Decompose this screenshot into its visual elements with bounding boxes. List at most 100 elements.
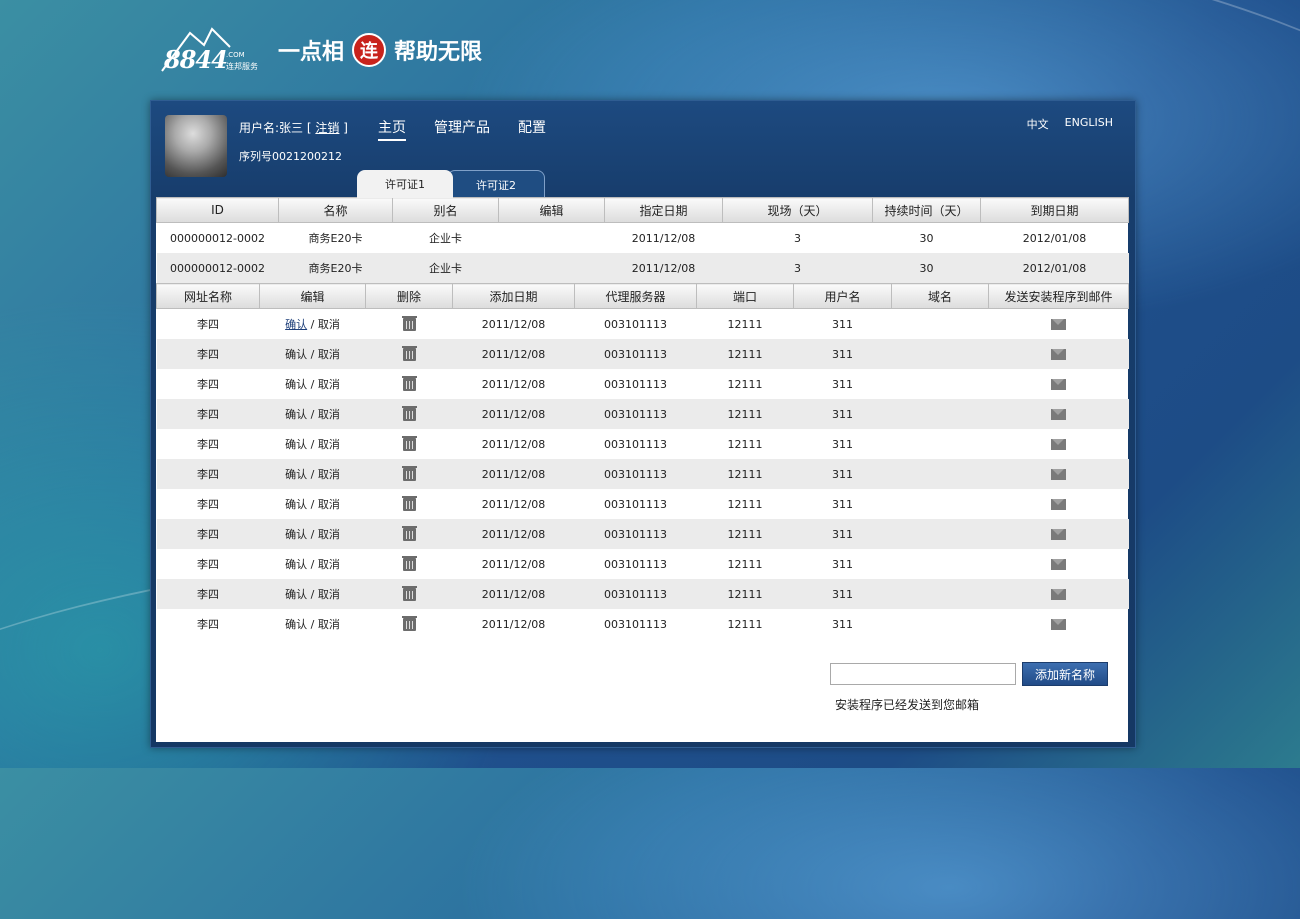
table-row: 李四 确认 / 取消 2011/12/08 003101113 12111 311 <box>157 369 1129 399</box>
cell-site-name: 李四 <box>156 339 260 369</box>
confirm-link[interactable]: 确认 <box>285 528 307 541</box>
confirm-link[interactable]: 确认 <box>285 618 307 631</box>
cancel-link[interactable]: 取消 <box>318 558 340 571</box>
lang-english[interactable]: ENGLISH <box>1065 116 1113 132</box>
logo-slogan-1: 一点相 <box>278 40 345 65</box>
cell-add-date: 2011/12/08 <box>481 437 546 451</box>
mail-icon[interactable] <box>1051 589 1066 600</box>
cancel-link[interactable]: 取消 <box>318 318 340 331</box>
col-add-date: 添加日期 <box>452 283 575 309</box>
mail-icon[interactable] <box>1051 529 1066 540</box>
trash-icon[interactable] <box>401 465 417 481</box>
nav-config[interactable]: 配置 <box>518 117 546 141</box>
confirm-link[interactable]: 确认 <box>285 348 307 361</box>
status-message: 安装程序已经发送到您邮箱 <box>835 698 980 712</box>
cell-add-date: 2011/12/08 <box>452 459 575 489</box>
confirm-link[interactable]: 确认 <box>285 318 307 331</box>
cell-edit-actions: 确认 / 取消 <box>260 609 366 639</box>
cancel-link[interactable]: 取消 <box>318 468 340 481</box>
action-separator: / <box>307 528 318 541</box>
mail-icon[interactable] <box>1051 349 1066 360</box>
confirm-link[interactable]: 确认 <box>285 588 307 601</box>
cell-port: 12111 <box>696 339 794 369</box>
logout-link[interactable]: 注销 <box>315 121 339 135</box>
cell-site-name: 李四 <box>197 438 219 451</box>
trash-icon[interactable] <box>401 615 417 631</box>
cell-send-mail <box>988 579 1129 609</box>
trash-icon[interactable] <box>401 375 417 391</box>
cell-delete <box>366 309 453 340</box>
logo-digits: 8844 <box>164 45 228 74</box>
cell-username: 311 <box>793 339 892 369</box>
table-row: 李四 确认 / 取消 2011/12/08 003101113 12111 311 <box>156 519 1129 549</box>
cancel-link[interactable]: 取消 <box>318 498 340 511</box>
trash-icon[interactable] <box>401 315 417 331</box>
cancel-link[interactable]: 取消 <box>318 408 340 421</box>
confirm-link[interactable]: 确认 <box>285 468 307 481</box>
mail-icon[interactable] <box>1051 409 1066 420</box>
trash-icon[interactable] <box>401 435 417 451</box>
site-header-row: 网址名称 编辑 删除 添加日期 代理服务器 端口 用户名 域名 发送安装程序到邮… <box>156 283 1129 309</box>
tab-license-2[interactable]: 许可证2 <box>447 170 545 199</box>
cell-username: 311 <box>793 579 892 609</box>
trash-icon[interactable] <box>401 345 417 361</box>
cell-edit-actions: 确认 / 取消 <box>259 399 366 429</box>
lang-chinese[interactable]: 中文 <box>1027 116 1049 132</box>
cancel-link[interactable]: 取消 <box>318 348 340 361</box>
cell-username: 311 <box>832 317 853 331</box>
confirm-link[interactable]: 确认 <box>285 408 307 421</box>
cancel-link[interactable]: 取消 <box>318 588 340 601</box>
cancel-link[interactable]: 取消 <box>318 528 340 541</box>
cell-domain <box>891 579 989 609</box>
action-separator: / <box>307 438 318 451</box>
add-name-button[interactable]: 添加新名称 <box>1022 662 1108 686</box>
col-assigned-date: 指定日期 <box>604 197 723 223</box>
cell-add-date: 2011/12/08 <box>481 377 546 391</box>
cell-port: 12111 <box>696 459 794 489</box>
cancel-link[interactable]: 取消 <box>318 378 340 391</box>
cell-assigned-date: 2011/12/08 <box>631 231 696 245</box>
mail-icon[interactable] <box>1051 439 1066 450</box>
confirm-link[interactable]: 确认 <box>285 498 307 511</box>
cell-username: 311 <box>832 437 853 451</box>
confirm-link[interactable]: 确认 <box>285 378 307 391</box>
logo-subtitle: 连邦服务 <box>226 62 258 71</box>
col-username: 用户名 <box>793 283 892 309</box>
cell-domain <box>891 459 989 489</box>
cell-proxy: 003101113 <box>604 377 667 391</box>
cell-name: 商务E20卡 <box>278 253 393 283</box>
tab-license-1[interactable]: 许可证1 <box>357 170 453 198</box>
cell-domain <box>891 339 989 369</box>
confirm-link[interactable]: 确认 <box>285 558 307 571</box>
cell-send-mail <box>988 399 1129 429</box>
trash-icon[interactable] <box>401 405 417 421</box>
trash-icon[interactable] <box>401 525 417 541</box>
cancel-link[interactable]: 取消 <box>318 438 340 451</box>
cell-delete <box>366 429 453 459</box>
nav-home[interactable]: 主页 <box>378 117 406 141</box>
nav-manage-products[interactable]: 管理产品 <box>434 117 490 141</box>
confirm-link[interactable]: 确认 <box>285 438 307 451</box>
cell-edit-actions: 确认 / 取消 <box>259 459 366 489</box>
mail-icon[interactable] <box>1051 319 1066 330</box>
trash-icon[interactable] <box>401 555 417 571</box>
cell-proxy: 003101113 <box>574 339 697 369</box>
cell-domain <box>892 489 989 519</box>
new-name-input[interactable] <box>830 663 1016 685</box>
action-separator: / <box>307 618 318 631</box>
cell-expiry-date: 2012/01/08 <box>980 253 1129 283</box>
mail-icon[interactable] <box>1051 469 1066 480</box>
trash-icon[interactable] <box>401 585 417 601</box>
table-row: 000000012-0002 商务E20卡 企业卡 2011/12/08 3 3… <box>156 253 1129 283</box>
trash-icon[interactable] <box>401 495 417 511</box>
mail-icon[interactable] <box>1051 379 1066 390</box>
cell-site-name: 李四 <box>156 579 260 609</box>
logo-com: .COM <box>226 51 245 59</box>
table-row: 000000012-0002 商务E20卡 企业卡 2011/12/08 3 3… <box>157 223 1129 254</box>
cancel-link[interactable]: 取消 <box>318 618 340 631</box>
mail-icon[interactable] <box>1051 559 1066 570</box>
mail-icon[interactable] <box>1051 499 1066 510</box>
cell-edit-actions: 确认 / 取消 <box>260 309 366 340</box>
mail-icon[interactable] <box>1051 619 1066 630</box>
cell-send-mail <box>989 489 1129 519</box>
